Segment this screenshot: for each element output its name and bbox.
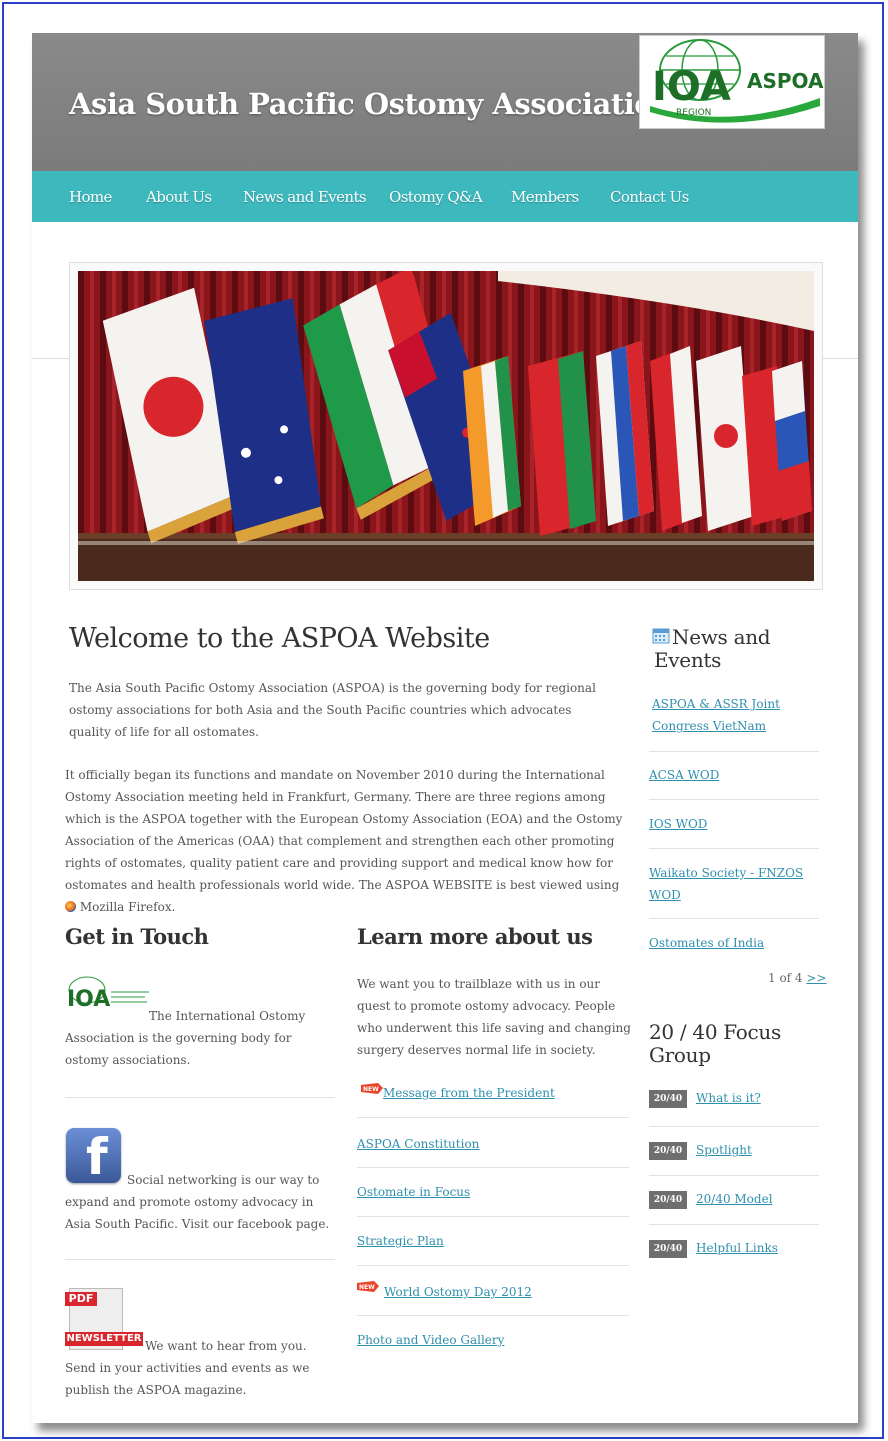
facebook-description: Social networking is our way to expand a… <box>65 1173 330 1231</box>
divider <box>649 848 819 849</box>
ioa-description: The International Ostomy Association is … <box>65 1009 306 1067</box>
main-nav: Home About Us News and Events Ostomy Q&A… <box>32 171 858 222</box>
nav-about-us[interactable]: About Us <box>146 188 212 206</box>
pager-count: 1 of 4 <box>768 971 803 985</box>
divider <box>649 751 819 752</box>
divider <box>357 1216 629 1217</box>
news-events-title: News and Events <box>654 625 771 672</box>
news-item-waikato[interactable]: Waikato Society - FNZOS WOD <box>649 862 809 906</box>
globe-logo-icon: IOA ASPOA REGION <box>650 39 824 123</box>
focus-link-what-is-it[interactable]: What is it? <box>696 1091 761 1105</box>
news-item-aspoa-assr[interactable]: ASPOA & ASSR Joint Congress VietNam <box>652 693 792 737</box>
focus-badge: 20/40 <box>649 1191 687 1209</box>
firefox-link-text: Mozilla Firefox. <box>79 900 176 914</box>
nav-news-and-events[interactable]: News and Events <box>243 188 367 206</box>
nav-contact-us[interactable]: Contact Us <box>610 188 689 206</box>
ioa-aspoa-logo[interactable]: IOA ASPOA REGION <box>639 35 825 129</box>
link-photo-video-gallery[interactable]: Photo and Video Gallery <box>357 1333 504 1347</box>
link-strategic-plan[interactable]: Strategic Plan <box>357 1234 444 1248</box>
firefox-icon <box>65 901 76 912</box>
divider <box>65 1259 335 1260</box>
welcome-para-2-text: It officially began its functions and ma… <box>65 768 623 892</box>
divider <box>649 1224 819 1225</box>
focus-badge: 20/40 <box>649 1240 687 1258</box>
divider <box>65 1097 335 1098</box>
pager-next-link[interactable]: >> <box>806 971 826 985</box>
link-message-from-president[interactable]: Message from the President <box>383 1086 555 1100</box>
news-item-ostomates-india[interactable]: Ostomates of India <box>649 932 819 954</box>
news-item-ios-wod[interactable]: IOS WOD <box>649 813 819 835</box>
flags-photo <box>78 271 814 581</box>
site-title: Asia South Pacific Ostomy Association <box>69 87 674 121</box>
welcome-para-1: The Asia South Pacific Ostomy Associatio… <box>69 681 596 739</box>
new-badge-icon: NEW <box>361 1083 383 1094</box>
focus-group-title: 20 / 40 Focus Group <box>649 1020 781 1067</box>
new-badge-icon: NEW <box>357 1281 379 1292</box>
link-world-ostomy-day-2012[interactable]: World Ostomy Day 2012 <box>384 1285 532 1299</box>
divider <box>357 1117 629 1118</box>
focus-link-spotlight[interactable]: Spotlight <box>696 1143 752 1157</box>
newsletter-description: We want to hear from you. Send in your a… <box>65 1339 310 1397</box>
link-ostomate-in-focus[interactable]: Ostomate in Focus <box>357 1185 470 1199</box>
welcome-title: Welcome to the ASPOA Website <box>69 623 490 654</box>
svg-text:NEW: NEW <box>363 1086 379 1093</box>
divider <box>649 799 819 800</box>
link-aspoa-constitution[interactable]: ASPOA Constitution <box>357 1137 479 1151</box>
divider <box>649 918 819 919</box>
site-header: Asia South Pacific Ostomy Association IO… <box>32 33 858 171</box>
focus-link-2040-model[interactable]: 20/40 Model <box>696 1192 773 1206</box>
web-page: Asia South Pacific Ostomy Association IO… <box>32 33 858 1423</box>
logo-aspoa-text: ASPOA <box>747 69 824 93</box>
focus-badge: 20/40 <box>649 1090 687 1108</box>
logo-region-text: REGION <box>676 108 711 118</box>
hero-image <box>69 262 823 590</box>
nav-home[interactable]: Home <box>69 188 112 206</box>
nav-ostomy-qa[interactable]: Ostomy Q&A <box>389 188 483 206</box>
news-pager: 1 of 4 >> <box>768 971 827 985</box>
divider <box>649 1175 819 1176</box>
focus-badge: 20/40 <box>649 1142 687 1160</box>
divider <box>649 1126 819 1127</box>
learn-more-description: We want you to trailblaze with us in our… <box>357 977 631 1057</box>
pdf-label: PDF <box>65 1292 97 1306</box>
welcome-para-2: It officially began its functions and ma… <box>65 764 631 918</box>
divider <box>357 1167 629 1168</box>
nav-members[interactable]: Members <box>511 188 579 206</box>
news-item-acsa-wod[interactable]: ACSA WOD <box>649 764 819 786</box>
learn-more-title: Learn more about us <box>357 924 593 949</box>
divider <box>357 1265 629 1266</box>
focus-link-helpful-links[interactable]: Helpful Links <box>696 1241 778 1255</box>
divider <box>357 1315 629 1316</box>
svg-text:NEW: NEW <box>359 1284 375 1291</box>
logo-ioa-text: IOA <box>652 64 731 110</box>
get-in-touch-title: Get in Touch <box>65 924 209 949</box>
